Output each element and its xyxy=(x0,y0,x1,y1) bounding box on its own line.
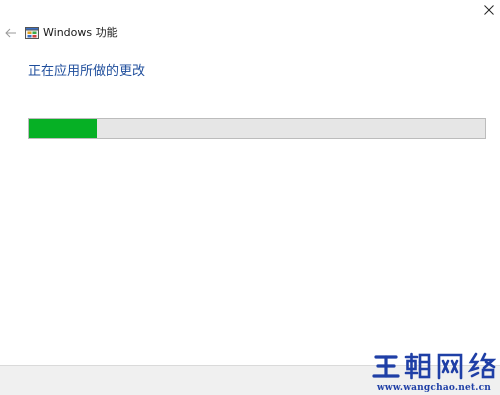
status-heading: 正在应用所做的更改 xyxy=(28,64,146,79)
watermark-url: www.wangchao.net.cn xyxy=(376,383,492,393)
back-button[interactable] xyxy=(2,24,20,42)
window-title: Windows 功能 xyxy=(43,26,118,39)
back-arrow-icon xyxy=(5,28,16,38)
watermark: www.wangchao.net.cn xyxy=(372,350,496,395)
watermark-logo xyxy=(372,350,496,382)
windows-features-icon xyxy=(25,27,39,39)
progress-bar-fill xyxy=(29,119,98,138)
close-button[interactable] xyxy=(478,0,500,20)
windows-features-dialog: Windows 功能 正在应用所做的更改 www.wangchao.net.cn xyxy=(0,0,500,395)
close-icon xyxy=(484,5,494,15)
progress-bar xyxy=(28,118,486,139)
